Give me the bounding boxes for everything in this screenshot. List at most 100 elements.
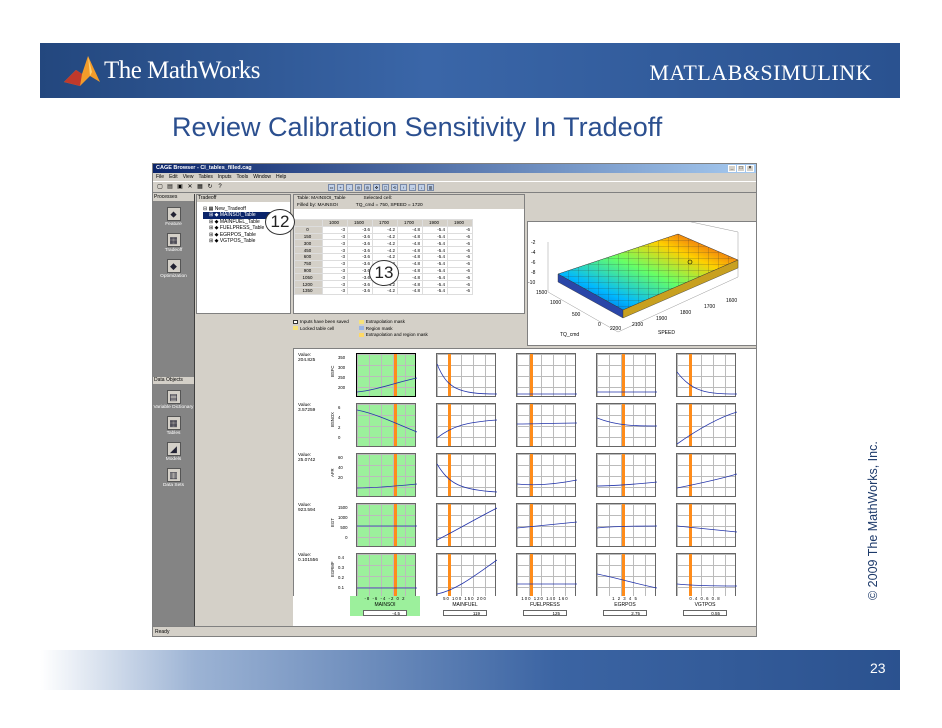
process-optimization[interactable]: ◆ Optimization xyxy=(153,259,194,279)
maximize-icon[interactable]: □ xyxy=(737,165,745,172)
table-cell[interactable]: -4.8 xyxy=(397,280,423,288)
arrow-up-icon[interactable]: ↑ xyxy=(400,183,407,191)
table-cell[interactable]: -6 xyxy=(447,239,473,248)
menu-file[interactable]: File xyxy=(156,173,164,181)
data-variable-dictionary[interactable]: ▤ Variable Dictionary xyxy=(153,390,194,410)
table-cell[interactable]: -6 xyxy=(447,246,473,254)
open-folder-icon[interactable]: ▤ xyxy=(166,183,174,191)
view-icon[interactable]: ▭ xyxy=(328,183,335,191)
sensitivity-plot-cell[interactable] xyxy=(436,453,497,497)
table-cell[interactable]: -5.4 xyxy=(422,232,448,241)
menu-help[interactable]: Help xyxy=(276,173,286,181)
table-cell[interactable]: -5.4 xyxy=(422,246,448,254)
table-cell[interactable]: -4.8 xyxy=(397,286,423,295)
menu-tools[interactable]: Tools xyxy=(237,173,249,181)
table-cell[interactable]: -5.4 xyxy=(422,252,448,261)
chart-icon[interactable]: ▥ xyxy=(427,183,434,191)
data-tables[interactable]: ▦ Tables xyxy=(153,416,194,436)
table-cell[interactable]: -3.6 xyxy=(347,246,373,254)
table-cell[interactable]: -3 xyxy=(322,280,348,288)
table-cell[interactable]: -5.4 xyxy=(422,225,448,234)
table-cell[interactable]: -3 xyxy=(322,239,348,248)
pan-icon[interactable]: ✥ xyxy=(373,183,380,191)
data-data-sets[interactable]: ▥ Data Sets xyxy=(153,468,194,488)
table-cell[interactable]: -6 xyxy=(447,286,473,295)
close-icon[interactable]: × xyxy=(746,165,754,172)
process-tradeoff[interactable]: ▦ Tradeoff xyxy=(153,233,194,253)
menu-view[interactable]: View xyxy=(183,173,194,181)
sensitivity-plot-cell[interactable] xyxy=(676,503,737,547)
table-cell[interactable]: -4.8 xyxy=(397,225,423,234)
sensitivity-plot-cell[interactable] xyxy=(516,553,577,597)
x-value-input[interactable]: 119 xyxy=(443,610,487,616)
table-cell[interactable]: -3 xyxy=(322,246,348,254)
table-cell[interactable]: -5.4 xyxy=(422,239,448,248)
sensitivity-plot-cell[interactable] xyxy=(356,353,417,397)
table-cell[interactable]: -4.8 xyxy=(397,252,423,261)
table-cell[interactable]: -3.6 xyxy=(347,225,373,234)
sensitivity-plot-cell[interactable] xyxy=(596,403,657,447)
arrow-down-icon[interactable]: ↓ xyxy=(418,183,425,191)
table-cell[interactable]: -3.6 xyxy=(347,280,373,288)
table-cell[interactable]: -3.6 xyxy=(347,286,373,295)
table-cell[interactable]: -6 xyxy=(447,225,473,234)
sensitivity-plot-cell[interactable] xyxy=(596,553,657,597)
fit-icon[interactable]: ▢ xyxy=(382,183,389,191)
surface-plot[interactable]: -2 -4 -6 -8 -10 1500 1000 500 0 2200 210… xyxy=(527,216,756,346)
table-cell[interactable]: -5.4 xyxy=(422,280,448,288)
sensitivity-plot-cell[interactable] xyxy=(436,353,497,397)
table-cell[interactable]: -5.4 xyxy=(422,286,448,295)
table-cell[interactable]: -4.2 xyxy=(372,225,398,234)
zoom-out-icon[interactable]: - xyxy=(346,183,353,191)
rotate-icon[interactable]: ⟲ xyxy=(391,183,398,191)
new-file-icon[interactable]: ▢ xyxy=(156,183,164,191)
table-cell[interactable]: -4.8 xyxy=(397,232,423,241)
table-cell[interactable]: -4.8 xyxy=(397,259,423,268)
refresh-icon[interactable]: ↻ xyxy=(206,183,214,191)
x-value-input[interactable]: 125 xyxy=(523,610,567,616)
table-cell[interactable]: -5.4 xyxy=(422,266,448,275)
table-cell[interactable]: -3 xyxy=(322,286,348,295)
sensitivity-plot-cell[interactable] xyxy=(356,403,417,447)
sensitivity-plot-cell[interactable] xyxy=(676,453,737,497)
table-cell[interactable]: -3.6 xyxy=(347,239,373,248)
table-cell[interactable]: -4.2 xyxy=(372,232,398,241)
table-cell[interactable]: -6 xyxy=(447,273,473,282)
table-cell[interactable]: -6 xyxy=(447,252,473,261)
table-cell[interactable]: -5.4 xyxy=(422,273,448,282)
data-models[interactable]: ◢ Models xyxy=(153,442,194,462)
table-cell[interactable]: -3 xyxy=(322,232,348,241)
sensitivity-plot-cell[interactable] xyxy=(356,503,417,547)
sensitivity-plot-cell[interactable] xyxy=(676,403,737,447)
delete-icon[interactable]: ✕ xyxy=(186,183,194,191)
sensitivity-plot-cell[interactable] xyxy=(516,403,577,447)
process-feature[interactable]: ⬥ Feature xyxy=(153,207,194,227)
properties-icon[interactable]: ▦ xyxy=(196,183,204,191)
menu-edit[interactable]: Edit xyxy=(169,173,178,181)
table-cell[interactable]: -3 xyxy=(322,273,348,282)
sensitivity-plot-cell[interactable] xyxy=(356,553,417,597)
menu-window[interactable]: Window xyxy=(253,173,271,181)
x-value-input[interactable]: 2.75 xyxy=(603,610,647,616)
table-cell[interactable]: -6 xyxy=(447,280,473,288)
zoom-in-icon[interactable]: + xyxy=(337,183,344,191)
magnify-alt-icon[interactable]: ◎ xyxy=(364,183,371,191)
table-cell[interactable]: -4.2 xyxy=(372,246,398,254)
table-cell[interactable]: -3.6 xyxy=(347,252,373,261)
table-cell[interactable]: -3.6 xyxy=(347,232,373,241)
sensitivity-plot-cell[interactable] xyxy=(596,453,657,497)
sensitivity-plot-cell[interactable] xyxy=(516,503,577,547)
sensitivity-plot-cell[interactable] xyxy=(596,353,657,397)
table-cell[interactable]: -6 xyxy=(447,266,473,275)
save-icon[interactable]: ▣ xyxy=(176,183,184,191)
sensitivity-plot-cell[interactable] xyxy=(516,353,577,397)
menu-tables[interactable]: Tables xyxy=(198,173,212,181)
table-cell[interactable]: -3 xyxy=(322,259,348,268)
table-cell[interactable]: -4.8 xyxy=(397,239,423,248)
table-cell[interactable]: -4.8 xyxy=(397,246,423,254)
x-value-input[interactable]: -4.5 xyxy=(363,610,407,616)
table-cell[interactable]: -3 xyxy=(322,266,348,275)
sensitivity-plot-cell[interactable] xyxy=(596,503,657,547)
arrow-right-icon[interactable]: → xyxy=(409,183,416,191)
x-value-input[interactable]: 0.55 xyxy=(683,610,727,616)
